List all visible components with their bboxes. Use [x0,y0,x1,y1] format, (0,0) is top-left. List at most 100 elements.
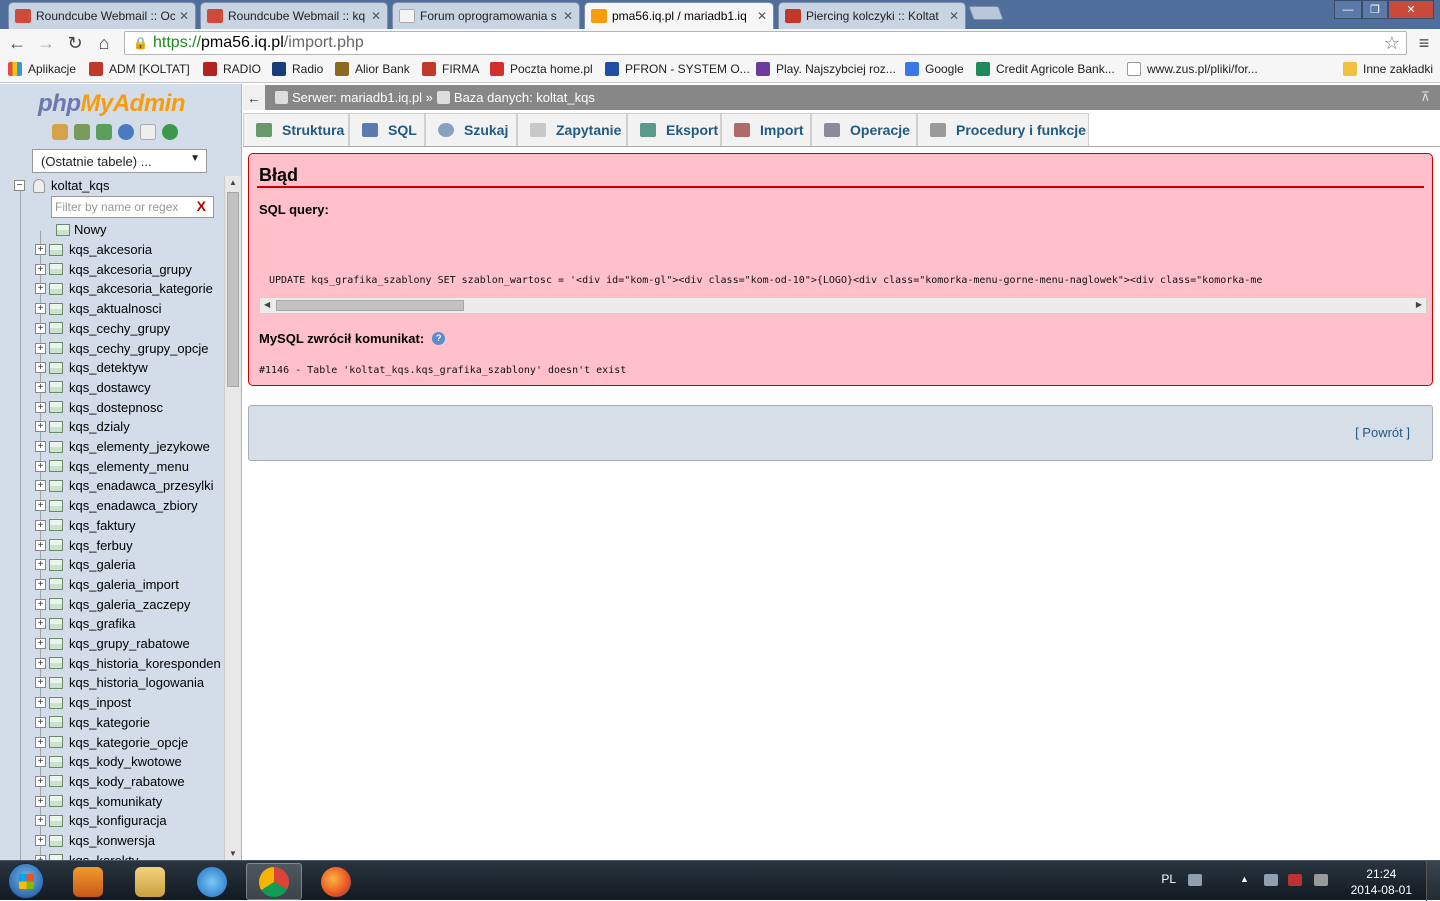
scroll-top-icon[interactable]: ⊼ [1420,89,1430,105]
expand-icon[interactable]: + [35,618,46,630]
table-list-item[interactable]: + kqs_kategorie [35,715,150,730]
table-list-item[interactable]: + kqs_grupy_rabatowe [35,636,190,651]
start-button[interactable] [8,863,44,899]
help-icon[interactable] [118,124,134,140]
reload-icon[interactable]: ↻ [64,32,86,54]
expand-icon[interactable]: + [35,362,46,374]
table-list-item[interactable]: + kqs_komunikaty [35,794,162,809]
taskbar-firefox[interactable] [308,863,364,900]
bookmark-radio-2[interactable]: Radio [272,62,323,76]
browser-tab-4[interactable]: pma56.iq.pl / mariadb1.iq ✕ [584,2,774,29]
table-list-item[interactable]: + kqs_galeria_zaczepy [35,597,190,612]
close-tab-icon[interactable]: ✕ [757,9,767,23]
help-icon[interactable]: ? [432,332,446,345]
breadcrumb-database[interactable]: Baza danych: koltat_kqs [436,90,595,105]
home-icon[interactable]: ⌂ [93,32,115,54]
table-list-item[interactable]: + kqs_kody_rabatowe [35,774,185,789]
expand-icon[interactable]: + [35,244,46,255]
tab-routines[interactable]: Procedury i funkcje [917,113,1089,146]
scroll-down-icon[interactable]: ▼ [229,849,237,858]
bookmark-google[interactable]: Google [905,62,964,76]
expand-icon[interactable]: + [35,657,46,669]
new-table-link[interactable]: Nowy [56,222,107,237]
table-list-item[interactable]: + kqs_galeria_import [35,577,179,592]
expand-icon[interactable]: + [35,441,46,452]
taskbar-explorer[interactable] [122,863,178,900]
bookmark-credit-agricole[interactable]: Credit Agricole Bank... [976,62,1115,76]
back-link[interactable]: [ Powrót ] [1355,425,1410,440]
recent-tables-select[interactable]: (Ostatnie tabele) ... ▼ [32,149,207,173]
scrollbar-thumb[interactable] [276,300,464,311]
browser-tab-3[interactable]: Forum oprogramowania s ✕ [392,2,580,29]
expand-icon[interactable]: + [35,263,46,275]
bookmark-radio-1[interactable]: RADIO [203,62,261,76]
expand-icon[interactable]: + [35,736,46,748]
close-tab-icon[interactable]: ✕ [179,9,189,23]
reload-icon[interactable] [162,124,178,140]
collapse-nav-icon[interactable]: ← [243,85,265,110]
scrollbar-thumb[interactable] [227,192,239,387]
expand-icon[interactable]: + [35,342,46,354]
forward-arrow-icon[interactable]: → [35,32,57,54]
clock[interactable]: 21:24 2014-08-01 [1351,866,1412,898]
browser-tab-5[interactable]: Piercing kolczyki :: Koltat ✕ [778,2,966,29]
expand-icon[interactable]: + [35,381,46,393]
nav-scrollbar[interactable]: ▲ ▼ [224,176,241,860]
tab-query[interactable]: Zapytanie [517,113,627,146]
table-list-item[interactable]: + kqs_akcesoria [35,242,152,257]
table-list-item[interactable]: + kqs_enadawca_zbiory [35,498,198,513]
language-indicator[interactable]: PL [1161,872,1176,886]
bookmark-aplikacje[interactable]: Aplikacje [8,62,76,76]
expand-icon[interactable]: + [35,480,46,492]
table-list-item[interactable]: + kqs_kategorie_opcje [35,735,188,750]
phpmyadmin-logo[interactable]: phpMyAdmin [38,90,185,118]
docs-icon[interactable] [140,124,156,140]
minimize-button[interactable]: — [1334,0,1362,19]
expand-icon[interactable]: + [35,835,46,846]
tab-operations[interactable]: Operacje [811,113,917,146]
table-list-item[interactable]: + kqs_dostawcy [35,380,151,395]
expand-icon[interactable]: + [35,322,46,334]
bookmark-pfron[interactable]: PFRON - SYSTEM O... [605,62,750,76]
breadcrumb-server[interactable]: Serwer: mariadb1.iq.pl » [275,90,433,105]
expand-icon[interactable]: + [35,815,46,827]
table-list-item[interactable]: + kqs_detektyw [35,360,148,375]
expand-icon[interactable]: + [35,500,46,512]
expand-icon[interactable]: + [35,598,46,610]
action-center-flag-icon[interactable] [1264,874,1278,886]
table-list-item[interactable]: + kqs_konwersja [35,833,155,848]
network-icon[interactable] [1288,874,1302,886]
expand-icon[interactable]: + [35,283,46,295]
expand-icon[interactable]: + [35,578,46,590]
table-list-item[interactable]: + kqs_ferbuy [35,538,133,553]
table-list-item[interactable]: + kqs_konfiguracja [35,813,167,828]
database-node[interactable]: − koltat_kqs [14,178,110,193]
taskbar-chrome[interactable] [246,863,302,900]
bookmark-play[interactable]: Play. Najszybciej roz... [756,62,896,76]
expand-icon[interactable]: + [35,460,46,472]
bookmark-poczta[interactable]: Poczta home.pl [490,62,593,76]
table-list-item[interactable]: + kqs_cechy_grupy_opcje [35,341,208,356]
show-hidden-icons-icon[interactable]: ▲ [1240,874,1254,886]
tab-sql[interactable]: SQL [349,113,425,146]
tab-import[interactable]: Import [721,113,811,146]
table-list-item[interactable]: + kqs_aktualnosci [35,301,162,316]
browser-tab-1[interactable]: Roundcube Webmail :: Oc ✕ [8,2,196,29]
table-list-item[interactable]: + kqs_akcesoria_kategorie [35,281,213,296]
table-filter-input[interactable]: Filter by name or regex X [51,196,214,218]
expand-icon[interactable]: + [35,559,46,571]
table-list-item[interactable]: + kqs_galeria [35,557,136,572]
table-list-item[interactable]: + kqs_grafika [35,616,135,631]
scroll-left-icon[interactable]: ◀ [264,300,270,309]
keyboard-icon[interactable] [1188,874,1202,886]
expand-icon[interactable]: + [35,303,46,315]
bookmark-star-icon[interactable]: ☆ [1384,33,1400,54]
logout-icon[interactable] [74,124,90,140]
close-window-button[interactable]: ✕ [1388,0,1434,19]
tab-export[interactable]: Eksport [627,113,721,146]
expand-icon[interactable]: + [35,677,46,689]
tab-search[interactable]: Szukaj [425,113,517,146]
expand-icon[interactable]: + [35,716,46,728]
expand-icon[interactable]: + [35,421,46,433]
scroll-up-icon[interactable]: ▲ [229,178,237,187]
